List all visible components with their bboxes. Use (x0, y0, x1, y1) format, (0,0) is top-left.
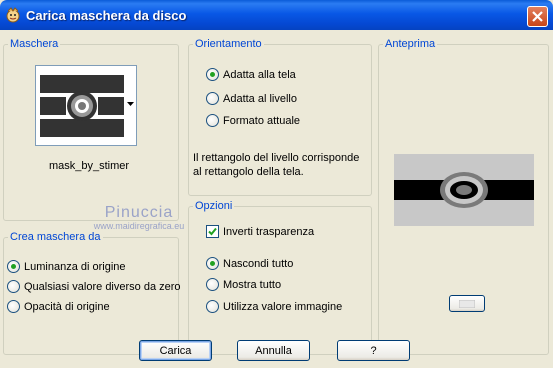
mask-group-legend: Maschera (10, 38, 59, 50)
radio-hide-all[interactable]: Nascondi tutto (206, 257, 293, 270)
radio-current-size-label: Formato attuale (223, 114, 301, 127)
dropdown-arrow-icon[interactable] (127, 102, 134, 106)
radio-any-nonzero-label: Qualsiasi valore diverso da zero (24, 280, 181, 293)
orientation-description: Il rettangolo del livello corrisponde al… (193, 152, 360, 178)
create-mask-group: Crea maschera da (3, 231, 179, 355)
radio-show-all-label: Mostra tutto (223, 278, 282, 291)
options-group-legend: Opzioni (195, 200, 233, 212)
radio-fit-layer[interactable]: Adatta al livello (206, 92, 297, 105)
radio-current-size[interactable]: Formato attuale (206, 114, 300, 127)
radio-button-checked[interactable] (206, 257, 219, 270)
cancel-button[interactable]: Annulla (237, 340, 310, 361)
preview-group-legend: Anteprima (385, 38, 436, 50)
window-title: Carica maschera da disco (26, 8, 187, 23)
close-icon (532, 11, 543, 22)
radio-luminance-label: Luminanza di origine (24, 260, 126, 273)
help-button[interactable]: ? (337, 340, 410, 361)
radio-source-opacity[interactable]: Opacità di origine (7, 300, 110, 313)
checkbox-checked[interactable] (206, 225, 219, 238)
radio-luminance[interactable]: Luminanza di origine (7, 260, 126, 273)
radio-fit-layer-label: Adatta al livello (223, 92, 297, 105)
close-button[interactable] (527, 6, 548, 27)
radio-fit-canvas-label: Adatta alla tela (223, 68, 296, 81)
radio-use-image-value-label: Utilizza valore immagine (223, 300, 343, 313)
radio-fit-canvas[interactable]: Adatta alla tela (206, 68, 296, 81)
radio-source-opacity-label: Opacità di origine (24, 300, 110, 313)
create-mask-group-legend: Crea maschera da (10, 231, 101, 243)
radio-hide-all-label: Nascondi tutto (223, 257, 294, 270)
title-bar: Carica maschera da disco (0, 0, 553, 30)
radio-button[interactable] (206, 300, 219, 313)
dialog-body: Maschera mask_by_stimer Crea maschera da… (0, 30, 553, 368)
preview-toggle-button[interactable] (449, 295, 485, 312)
watermark-url: www.maidiregrafica.eu (93, 221, 185, 231)
orientation-group-legend: Orientamento (195, 38, 262, 50)
invert-transparency-label: Inverti trasparenza (223, 225, 315, 238)
radio-button[interactable] (206, 92, 219, 105)
mask-name-label: mask_by_stimer (48, 160, 130, 172)
load-button[interactable]: Carica (139, 340, 212, 361)
preview-image (394, 154, 534, 226)
radio-button-checked[interactable] (206, 68, 219, 81)
radio-button[interactable] (206, 114, 219, 127)
preview-toggle-icon (459, 299, 475, 308)
radio-button[interactable] (7, 280, 20, 293)
radio-show-all[interactable]: Mostra tutto (206, 278, 281, 291)
mask-picker[interactable] (35, 65, 137, 146)
radio-any-nonzero[interactable]: Qualsiasi valore diverso da zero (7, 280, 181, 293)
invert-transparency-checkbox[interactable]: Inverti trasparenza (206, 225, 314, 238)
radio-button-checked[interactable] (7, 260, 20, 273)
radio-button[interactable] (7, 300, 20, 313)
radio-use-image-value[interactable]: Utilizza valore immagine (206, 300, 342, 313)
mask-thumbnail (40, 70, 124, 141)
checkmark-icon (208, 227, 217, 236)
app-icon (5, 7, 21, 23)
radio-button[interactable] (206, 278, 219, 291)
